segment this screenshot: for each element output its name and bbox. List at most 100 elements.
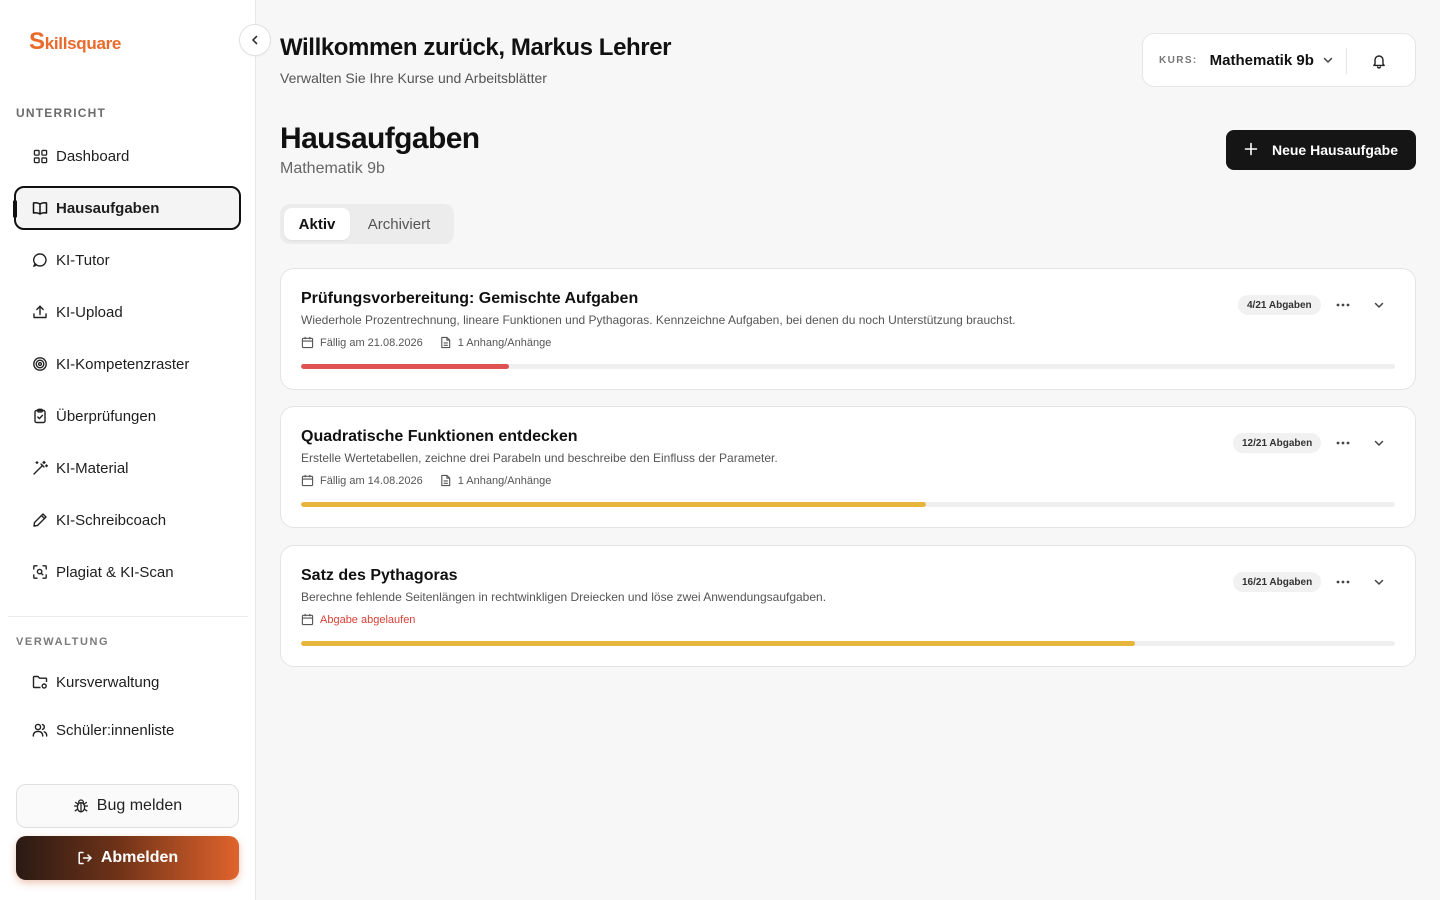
tab-aktiv[interactable]: Aktiv <box>284 208 350 240</box>
assignment-card[interactable]: Satz des Pythagoras Berechne fehlende Se… <box>280 545 1416 667</box>
folder-settings-icon <box>32 674 48 690</box>
chevron-down-icon[interactable] <box>1322 54 1334 66</box>
grid-icon <box>32 148 48 164</box>
magic-wand-icon <box>32 460 48 476</box>
tab-bar: Aktiv Archiviert <box>280 204 454 244</box>
due-date: Fällig am 21.08.2026 <box>320 336 423 349</box>
scan-icon <box>32 564 48 580</box>
progress-fill <box>301 364 509 369</box>
sidebar-item-label: KI-Upload <box>56 303 123 321</box>
page-title: Hausaufgaben <box>280 122 480 155</box>
sidebar-item-dashboard[interactable]: Dashboard <box>14 134 241 178</box>
sidebar-item-ueberpruefungen[interactable]: Überprüfungen <box>14 394 241 438</box>
chevron-left-icon <box>249 34 261 46</box>
bell-icon <box>1371 53 1387 69</box>
more-options-button[interactable] <box>1333 433 1353 453</box>
logo[interactable]: Skillsquare <box>29 28 121 56</box>
more-options-button[interactable] <box>1333 572 1353 592</box>
calendar-icon <box>301 613 314 626</box>
chevron-down-icon <box>1373 576 1385 588</box>
assignment-description: Erstelle Wertetabellen, zeichne drei Par… <box>301 451 778 465</box>
section-label-admin: VERWALTUNG <box>16 636 110 648</box>
assignment-meta: Abgabe abgelaufen <box>301 613 431 626</box>
new-homework-label: Neue Hausaufgabe <box>1271 142 1399 158</box>
sidebar-item-ki-material[interactable]: KI-Material <box>14 446 241 490</box>
calendar-icon <box>301 474 314 487</box>
sidebar-item-ki-kompetenzraster[interactable]: KI-Kompetenzraster <box>14 342 241 386</box>
sidebar-item-ki-upload[interactable]: KI-Upload <box>14 290 241 334</box>
sidebar-item-ki-schreibcoach[interactable]: KI-Schreibcoach <box>14 498 241 542</box>
attachments[interactable]: 1 Anhang/Anhänge <box>458 337 552 349</box>
submission-progress-bar <box>301 364 1395 369</box>
sidebar-item-label: Kursverwaltung <box>56 673 160 691</box>
logout-button-label: Abmelden <box>100 849 179 866</box>
sidebar-item-ki-tutor[interactable]: KI-Tutor <box>14 238 241 282</box>
notifications-button[interactable] <box>1369 51 1389 71</box>
more-options-button[interactable] <box>1333 295 1353 315</box>
logout-button[interactable]: Abmelden <box>16 836 239 880</box>
welcome-heading: Willkommen zurück, Markus Lehrer <box>280 34 672 61</box>
overdue-status: Abgabe abgelaufen <box>320 613 416 626</box>
assignment-card[interactable]: Prüfungsvorbereitung: Gemischte Aufgaben… <box>280 268 1416 390</box>
upload-icon <box>32 304 48 320</box>
logout-icon <box>77 850 93 866</box>
target-icon <box>32 356 48 372</box>
sidebar-item-label: KI-Schreibcoach <box>56 511 167 529</box>
submission-progress-bar <box>301 502 1395 507</box>
sidebar-item-hausaufgaben[interactable]: Hausaufgaben <box>13 186 241 230</box>
bug-icon <box>73 798 89 814</box>
sidebar-divider <box>8 616 248 617</box>
course-label: KURS: <box>1159 54 1198 66</box>
bug-report-button[interactable]: Bug melden <box>16 784 239 828</box>
book-icon <box>32 200 48 216</box>
chevron-down-icon <box>1373 299 1385 311</box>
sidebar-collapse-button[interactable] <box>239 24 271 56</box>
document-icon <box>439 474 452 487</box>
calendar-icon <box>301 336 314 349</box>
attachments[interactable]: 1 Anhang/Anhänge <box>458 475 552 487</box>
progress-fill <box>301 502 926 507</box>
sidebar-item-kursverwaltung[interactable]: Kursverwaltung <box>14 660 241 704</box>
progress-fill <box>301 641 1135 646</box>
expand-button[interactable] <box>1369 433 1389 453</box>
course-select[interactable]: Mathematik 9b <box>1210 52 1314 69</box>
course-divider <box>1346 48 1347 74</box>
assignment-description: Berechne fehlende Seitenlängen in rechtw… <box>301 590 827 604</box>
new-homework-button[interactable]: Neue Hausaufgabe <box>1226 130 1416 170</box>
welcome-subtitle: Verwalten Sie Ihre Kurse und Arbeitsblät… <box>280 70 547 86</box>
sidebar-item-label: Plagiat & KI-Scan <box>56 563 174 581</box>
sidebar-item-plagiat-ki-scan[interactable]: Plagiat & KI-Scan <box>14 550 241 594</box>
sidebar: Skillsquare UNTERRICHT Dashboard Hausauf… <box>0 0 256 900</box>
page-subtitle: Mathematik 9b <box>280 160 385 177</box>
bug-button-label: Bug melden <box>96 797 183 814</box>
due-date: Fällig am 14.08.2026 <box>320 474 423 487</box>
sidebar-item-label: Dashboard <box>56 147 130 165</box>
course-selector-box: KURS: Mathematik 9b <box>1142 33 1416 87</box>
expand-button[interactable] <box>1369 295 1389 315</box>
more-horizontal-icon <box>1336 441 1350 445</box>
plus-icon <box>1244 140 1258 160</box>
assignment-title: Satz des Pythagoras <box>301 567 458 584</box>
sidebar-item-label: KI-Kompetenzraster <box>56 355 190 373</box>
assignment-card[interactable]: Quadratische Funktionen entdecken Erstel… <box>280 406 1416 528</box>
submissions-badge: 4/21 Abgaben <box>1238 295 1321 315</box>
chevron-down-icon <box>1373 437 1385 449</box>
tab-archiviert[interactable]: Archiviert <box>350 208 448 240</box>
sidebar-item-schuelerliste[interactable]: Schüler:innenliste <box>14 708 241 752</box>
clipboard-icon <box>32 408 48 424</box>
sidebar-item-label: KI-Material <box>56 459 129 477</box>
chat-icon <box>32 252 48 268</box>
more-horizontal-icon <box>1336 303 1350 307</box>
assignment-meta: Fällig am 21.08.2026 1 Anhang/Anhänge <box>301 336 567 349</box>
submissions-badge: 12/21 Abgaben <box>1233 433 1322 453</box>
assignment-meta: Fällig am 14.08.2026 1 Anhang/Anhänge <box>301 474 567 487</box>
pen-icon <box>32 512 48 528</box>
sidebar-item-label: Überprüfungen <box>56 407 157 425</box>
section-label-teaching: UNTERRICHT <box>16 106 106 120</box>
expand-button[interactable] <box>1369 572 1389 592</box>
assignment-description: Wiederhole Prozentrechnung, lineare Funk… <box>301 313 1016 327</box>
submissions-badge: 16/21 Abgaben <box>1233 572 1322 592</box>
assignment-title: Quadratische Funktionen entdecken <box>301 428 578 445</box>
sidebar-item-label: KI-Tutor <box>56 251 110 269</box>
submission-progress-bar <box>301 641 1395 646</box>
